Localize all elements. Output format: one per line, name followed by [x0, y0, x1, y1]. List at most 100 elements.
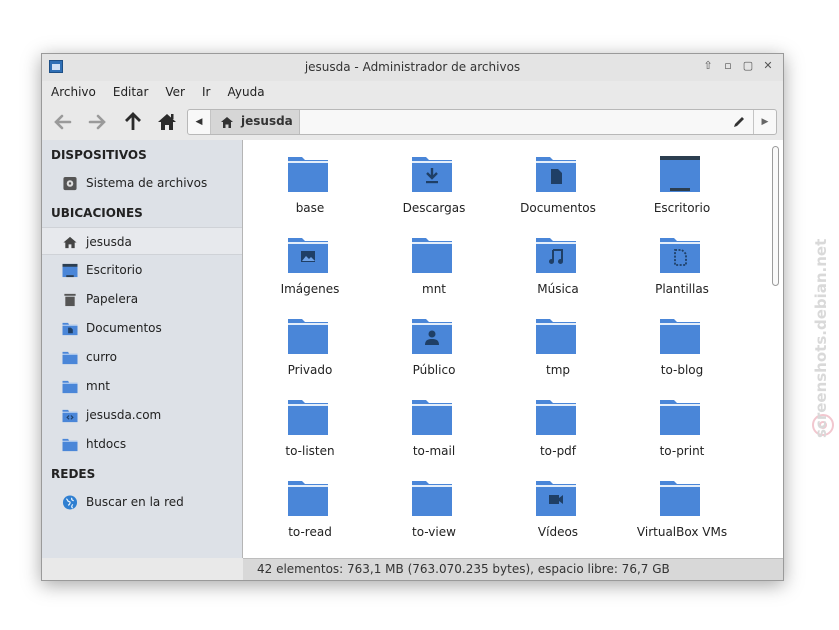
title-bar[interactable]: jesusda - Administrador de archivos ⇧ ▫ …: [42, 54, 783, 81]
folder-icon: [288, 481, 328, 516]
forward-button[interactable]: [84, 109, 110, 135]
sidebar-item-label: Escritorio: [86, 263, 143, 277]
file-item[interactable]: Descargas: [371, 140, 491, 220]
file-label: Documentos: [520, 201, 596, 215]
icon-view[interactable]: base Descargas Documentos Escritorio Imágene…: [243, 140, 783, 558]
sidebar-item-curro[interactable]: curro: [42, 343, 242, 371]
file-label: to-mail: [412, 444, 456, 458]
file-item[interactable]: to-mail: [371, 383, 491, 463]
menu-ir[interactable]: Ir: [202, 81, 210, 103]
file-label: Escritorio: [653, 201, 711, 215]
drive-icon: [63, 176, 77, 191]
sidebar-item-label: jesusda.com: [86, 408, 162, 422]
file-label: Privado: [287, 363, 333, 377]
file-label: mnt: [422, 282, 446, 296]
maximize-icon[interactable]: ▢: [741, 59, 755, 73]
location-bar[interactable]: ◀ jesusda ▶: [187, 109, 777, 135]
file-item[interactable]: to-blog: [619, 302, 739, 382]
sidebar-item-filesystem[interactable]: Sistema de archivos: [42, 169, 242, 197]
menu-ayuda[interactable]: Ayuda: [227, 81, 264, 103]
sidebar-item-home[interactable]: jesusda: [42, 227, 242, 255]
file-label: tmp: [545, 363, 570, 377]
file-item[interactable]: Público: [371, 302, 491, 382]
file-item[interactable]: base: [247, 140, 367, 220]
home-icon: [158, 114, 176, 130]
window-title: jesusda - Administrador de archivos: [304, 60, 521, 74]
file-item[interactable]: to-listen: [247, 383, 367, 463]
desktop-folder-icon: [660, 156, 700, 192]
home-button[interactable]: [154, 109, 180, 135]
file-item[interactable]: to-view: [371, 464, 491, 544]
keep-above-icon[interactable]: ⇧: [701, 59, 715, 73]
watermark-text: screenshots.debian.net: [812, 238, 830, 438]
desktop-icon: [62, 263, 78, 278]
breadcrumb-home[interactable]: jesusda: [211, 110, 300, 134]
sidebar-item-label: Buscar en la red: [86, 495, 184, 509]
sidebar-item-label: Papelera: [86, 292, 139, 306]
status-bar: 42 elementos: 763,1 MB (763.070.235 byte…: [243, 558, 783, 580]
folder-code-icon: [62, 409, 78, 423]
menu-ver[interactable]: Ver: [165, 81, 185, 103]
back-button[interactable]: [50, 109, 76, 135]
sidebar-item-label: Sistema de archivos: [86, 176, 208, 190]
sidebar-item-label: mnt: [86, 379, 110, 393]
file-item[interactable]: to-read: [247, 464, 367, 544]
file-item[interactable]: Vídeos: [495, 464, 615, 544]
sidebar-item-browse-network[interactable]: Buscar en la red: [42, 488, 242, 516]
sidebar-item-jesusda-com[interactable]: jesusda.com: [42, 401, 242, 429]
sidebar-header-places: UBICACIONES: [51, 206, 143, 220]
sidebar-header-network: REDES: [51, 467, 96, 481]
folder-icon: [660, 481, 700, 516]
file-item[interactable]: VirtualBox VMs: [619, 464, 739, 544]
menu-editar[interactable]: Editar: [113, 81, 149, 103]
file-label: Descargas: [402, 201, 466, 215]
sidebar-item-label: curro: [86, 350, 117, 364]
arrow-right-icon: [88, 114, 106, 130]
sidebar-item-label: htdocs: [86, 437, 127, 451]
chevron-left-icon[interactable]: ◀: [188, 110, 211, 134]
file-item[interactable]: Plantillas: [619, 221, 739, 301]
up-button[interactable]: [120, 109, 146, 135]
file-item[interactable]: mnt: [371, 221, 491, 301]
home-icon: [63, 236, 77, 249]
sidebar-item-desktop[interactable]: Escritorio: [42, 256, 242, 284]
home-icon: [221, 117, 233, 128]
trash-icon: [64, 293, 76, 307]
sidebar-header-devices: DISPOSITIVOS: [51, 148, 147, 162]
pencil-icon[interactable]: [732, 115, 746, 129]
download-folder-icon: [412, 157, 452, 192]
user-folder-icon: [412, 319, 452, 354]
file-label: Público: [412, 363, 456, 377]
file-label: to-read: [288, 525, 332, 539]
file-item[interactable]: Escritorio: [619, 140, 739, 220]
file-item[interactable]: tmp: [495, 302, 615, 382]
chevron-right-icon[interactable]: ▶: [753, 110, 776, 134]
sidebar-item-documents[interactable]: Documentos: [42, 314, 242, 342]
file-label: base: [295, 201, 325, 215]
vertical-scrollbar[interactable]: [772, 146, 779, 286]
close-icon[interactable]: ✕: [761, 59, 775, 73]
file-item[interactable]: to-pdf: [495, 383, 615, 463]
minimize-icon[interactable]: ▫: [721, 59, 735, 73]
sidebar-item-htdocs[interactable]: htdocs: [42, 430, 242, 458]
file-item[interactable]: to-print: [619, 383, 739, 463]
file-item[interactable]: Privado: [247, 302, 367, 382]
folder-icon: [288, 400, 328, 435]
file-item[interactable]: Música: [495, 221, 615, 301]
music-note-folder-icon: [536, 238, 576, 273]
file-label: Imágenes: [280, 282, 340, 296]
folder-icon: [536, 400, 576, 435]
sidebar-item-mnt[interactable]: mnt: [42, 372, 242, 400]
sidebar-item-trash[interactable]: Papelera: [42, 285, 242, 313]
menu-bar: Archivo Editar Ver Ir Ayuda: [42, 81, 783, 103]
file-item[interactable]: Documentos: [495, 140, 615, 220]
video-camera-folder-icon: [536, 481, 576, 516]
folder-icon: [62, 351, 78, 365]
folder-documents-icon: [62, 322, 78, 336]
file-item[interactable]: Imágenes: [247, 221, 367, 301]
file-label: VirtualBox VMs: [636, 525, 728, 539]
file-label: Vídeos: [537, 525, 579, 539]
folder-icon: [288, 157, 328, 192]
menu-archivo[interactable]: Archivo: [51, 81, 96, 103]
folder-icon: [412, 238, 452, 273]
